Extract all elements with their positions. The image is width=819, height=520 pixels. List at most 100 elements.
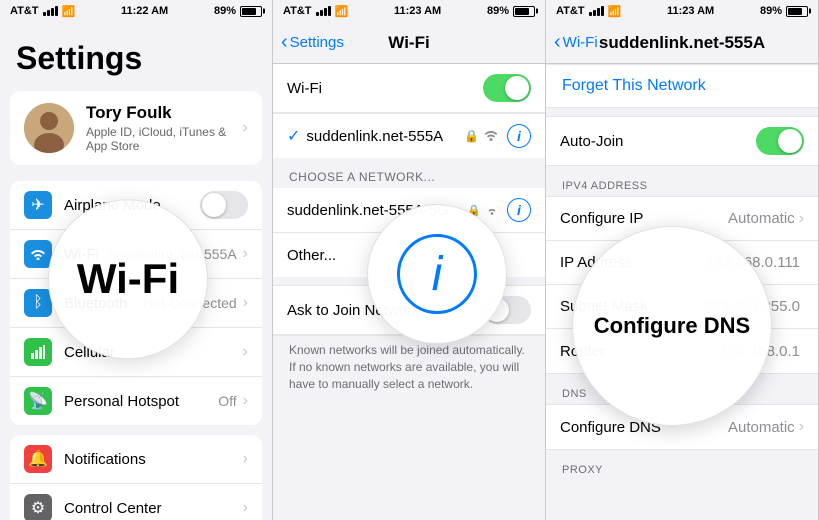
time-3: 11:23 AM: [667, 5, 714, 17]
detail-nav-title: suddenlink.net-555A: [599, 33, 765, 53]
wifi-signal-icon: [483, 129, 499, 144]
wifi-icon-2: 📶: [335, 5, 349, 18]
auto-join-label: Auto-Join: [560, 133, 756, 150]
network-detail-panel: AT&T 📶 11:23 AM 89% ‹ Wi-Fi suddenlink.n…: [546, 0, 819, 520]
wifi-nav-title: Wi-Fi: [388, 33, 429, 53]
connected-network-row[interactable]: ✓ suddenlink.net-555A 🔒 i: [273, 114, 545, 158]
control-center-label: Control Center: [64, 500, 243, 517]
carrier-2: AT&T: [283, 5, 312, 17]
status-right-1: 89%: [214, 5, 262, 17]
control-center-chevron: ›: [243, 499, 248, 517]
airplane-icon: ✈: [24, 191, 52, 219]
battery-icon-3: [786, 6, 808, 17]
settings-panel: AT&T 📶 11:22 AM 89% Settings: [0, 0, 273, 520]
hotspot-chevron: ›: [243, 392, 248, 410]
bluetooth-icon: ᛒ: [24, 289, 52, 317]
lock-icon: 🔒: [464, 129, 479, 143]
wifi-circle-label: Wi-Fi: [77, 255, 179, 303]
control-center-row[interactable]: ⚙ Control Center ›: [10, 484, 262, 520]
time-1: 11:22 AM: [121, 5, 168, 17]
wifi-toggle-label: Wi-Fi: [287, 80, 483, 97]
configure-ip-label: Configure IP: [560, 210, 728, 227]
profile-subtitle: Apple ID, iCloud, iTunes & App Store: [86, 125, 243, 153]
settings-header: Settings: [0, 22, 272, 85]
avatar: [24, 103, 74, 153]
wifi-master-toggle[interactable]: [483, 74, 531, 102]
hotspot-value: Off: [218, 393, 236, 409]
info-circle-letter: i: [432, 247, 443, 302]
battery-pct-1: 89%: [214, 5, 236, 17]
detail-nav-bar: ‹ Wi-Fi suddenlink.net-555A: [546, 22, 818, 64]
hotspot-label: Personal Hotspot: [64, 393, 218, 410]
battery-pct-3: 89%: [760, 5, 782, 17]
page-title: Settings: [16, 40, 256, 77]
detail-back-button[interactable]: ‹ Wi-Fi: [554, 33, 598, 52]
info-letter-0: i: [517, 202, 521, 218]
wifi-toggle-row[interactable]: Wi-Fi: [273, 64, 545, 113]
ipv4-section-label: IPV4 ADDRESS: [546, 166, 818, 196]
signal-bars-2: [316, 6, 331, 16]
profile-row[interactable]: Tory Foulk Apple ID, iCloud, iTunes & Ap…: [10, 91, 262, 165]
wifi-network-icons: 🔒: [464, 129, 499, 144]
forget-network-button[interactable]: Forget This Network: [546, 65, 818, 107]
wifi-panel: AT&T 📶 11:23 AM 89% ‹ Settings Wi-Fi W: [273, 0, 546, 520]
wifi-circle-overlay: Wi-Fi: [48, 199, 208, 359]
carrier-3: AT&T: [556, 5, 585, 17]
status-left-1: AT&T 📶: [10, 5, 75, 18]
status-right-3: 89%: [760, 5, 808, 17]
proxy-section-label: PROXY: [546, 450, 818, 480]
network-signal-0: [485, 203, 499, 218]
configure-dns-chevron: ›: [799, 418, 804, 436]
back-label-2: Settings: [290, 34, 344, 51]
wifi-back-button[interactable]: ‹ Settings: [281, 33, 344, 52]
checkmark-icon: ✓: [287, 126, 300, 146]
profile-chevron: ›: [243, 119, 248, 137]
hotspot-icon: 📡: [24, 387, 52, 415]
auto-join-row[interactable]: Auto-Join: [546, 117, 818, 165]
status-left-3: AT&T 📶: [556, 5, 621, 18]
configure-ip-chevron: ›: [799, 210, 804, 228]
signal-bars-3: [589, 6, 604, 16]
airplane-toggle[interactable]: [200, 191, 248, 219]
notifications-row[interactable]: 🔔 Notifications ›: [10, 435, 262, 484]
choose-network-label: CHOOSE A NETWORK...: [273, 158, 545, 188]
settings-section-2: 🔔 Notifications › ⚙ Control Center › 🌙 D…: [10, 435, 262, 520]
wifi-nav-bar: ‹ Settings Wi-Fi: [273, 22, 545, 64]
configure-dns-value: Automatic: [728, 419, 795, 436]
wifi-icon-3: 📶: [608, 5, 622, 18]
auto-join-toggle[interactable]: [756, 127, 804, 155]
detail-back-arrow: ‹: [554, 32, 561, 52]
back-arrow-icon: ‹: [281, 32, 288, 52]
info-circle-overlay: i: [367, 204, 507, 344]
bluetooth-chevron: ›: [243, 294, 248, 312]
status-bar-2: AT&T 📶 11:23 AM 89%: [273, 0, 545, 22]
connected-info-button[interactable]: i: [507, 124, 531, 148]
ask-join-note: Known networks will be joined automatica…: [273, 336, 545, 402]
wifi-icon-status-1: 📶: [62, 5, 76, 18]
status-bar-3: AT&T 📶 11:23 AM 89%: [546, 0, 818, 22]
wifi-chevron: ›: [243, 245, 248, 263]
notifications-label: Notifications: [64, 451, 243, 468]
status-left-2: AT&T 📶: [283, 5, 348, 18]
connected-network-name: suddenlink.net-555A: [306, 128, 464, 145]
hotspot-row[interactable]: 📡 Personal Hotspot Off ›: [10, 377, 262, 425]
time-2: 11:23 AM: [394, 5, 441, 17]
status-bar-1: AT&T 📶 11:22 AM 89%: [0, 0, 272, 22]
battery-icon-2: [513, 6, 535, 17]
notifications-chevron: ›: [243, 450, 248, 468]
cellular-chevron: ›: [243, 343, 248, 361]
battery-pct-2: 89%: [487, 5, 509, 17]
dns-circle-overlay: Configure DNS: [572, 226, 772, 426]
profile-info: Tory Foulk Apple ID, iCloud, iTunes & Ap…: [86, 103, 243, 153]
signal-bars-1: [43, 6, 58, 16]
info-letter: i: [517, 128, 521, 144]
info-circle-inner: i: [397, 234, 477, 314]
carrier-1: AT&T: [10, 5, 39, 17]
status-right-2: 89%: [487, 5, 535, 17]
battery-icon-1: [240, 6, 262, 17]
configure-ip-value: Automatic: [728, 210, 795, 227]
network-info-0[interactable]: i: [507, 198, 531, 222]
dns-circle-label: Configure DNS: [594, 313, 750, 339]
cellular-icon: [24, 338, 52, 366]
control-center-icon: ⚙: [24, 494, 52, 520]
